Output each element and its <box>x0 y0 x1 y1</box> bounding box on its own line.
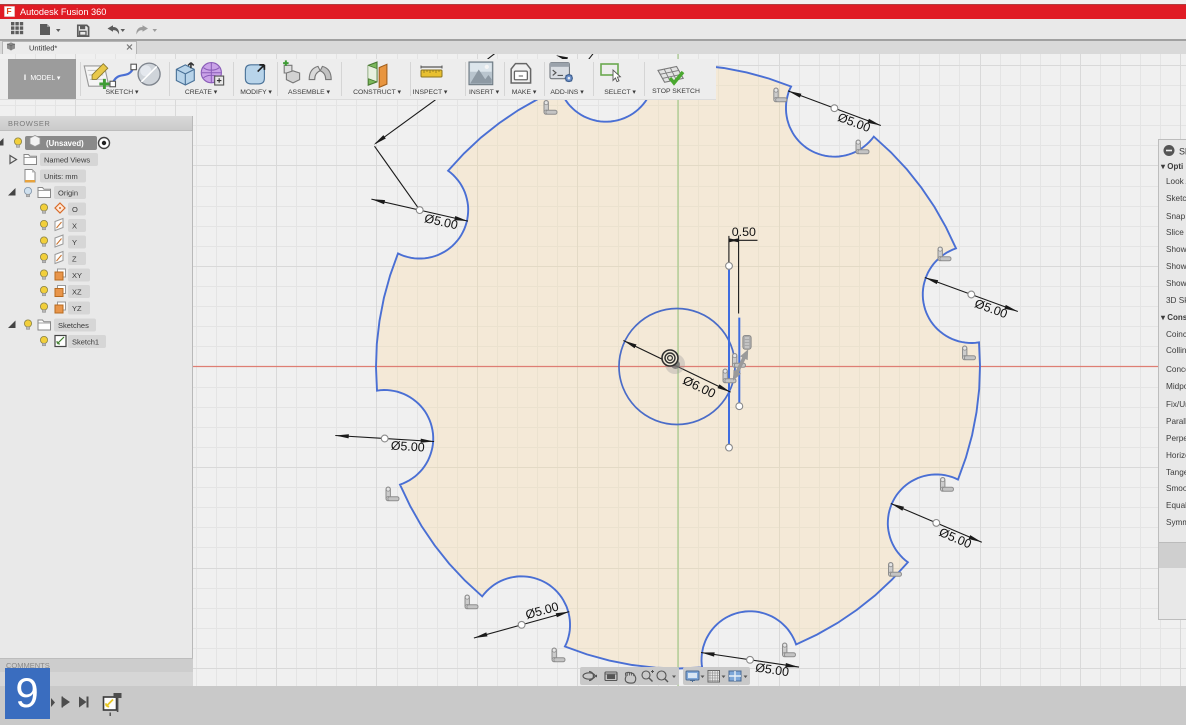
svg-text:Ø5.00: Ø5.00 <box>390 439 425 455</box>
svg-text:Named Views: Named Views <box>44 156 90 165</box>
svg-text:Untitled*: Untitled* <box>29 44 57 53</box>
svg-text:O: O <box>72 205 78 214</box>
svg-text:XY: XY <box>72 271 82 280</box>
svg-text:Z: Z <box>72 255 77 264</box>
svg-text:XZ: XZ <box>72 288 82 297</box>
svg-text:Sketches: Sketches <box>58 321 89 330</box>
svg-text:Origin: Origin <box>58 189 78 198</box>
svg-text:X: X <box>72 222 77 231</box>
svg-text:Y: Y <box>72 238 77 247</box>
svg-text:0.50: 0.50 <box>732 225 756 239</box>
svg-text:(Unsaved): (Unsaved) <box>46 139 84 148</box>
svg-text:YZ: YZ <box>72 304 82 313</box>
svg-text:Ske: Ske <box>1179 147 1186 157</box>
svg-text:Sketch1: Sketch1 <box>72 338 99 347</box>
svg-text:Units: mm: Units: mm <box>44 172 78 181</box>
